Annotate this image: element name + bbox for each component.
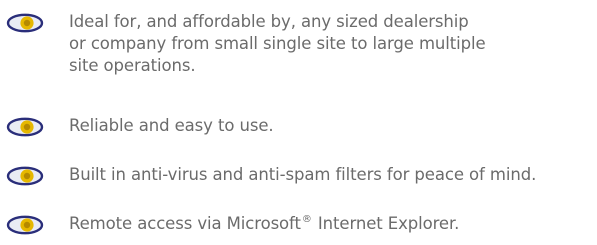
feature-text-line: Reliable and easy to use. (69, 116, 274, 135)
feature-text: Built in anti-virus and anti-spam filter… (69, 164, 597, 186)
feature-text-after: Internet Explorer. (312, 214, 460, 233)
eye-bullet-icon (6, 117, 44, 137)
feature-list: Ideal for, and affordable by, any sized … (0, 0, 597, 245)
feature-text-line: Ideal for, and affordable by, any sized … (69, 12, 469, 31)
eye-bullet-icon (6, 13, 44, 33)
feature-text: Reliable and easy to use. (69, 115, 597, 137)
registered-mark: ® (301, 214, 312, 225)
feature-text-line: Remote access via Microsoft® Internet Ex… (69, 213, 597, 238)
feature-text-line: or company from small single site to lar… (69, 34, 486, 53)
feature-text-line: Built in anti-virus and anti-spam filter… (69, 165, 537, 184)
feature-text: Ideal for, and affordable by, any sized … (69, 11, 597, 77)
feature-text-before: Remote access via Microsoft (69, 214, 301, 233)
feature-text: Remote access via Microsoft® Internet Ex… (69, 213, 597, 238)
feature-text-line: site operations. (69, 56, 196, 75)
eye-bullet-icon (6, 215, 44, 235)
eye-bullet-icon (6, 166, 44, 186)
